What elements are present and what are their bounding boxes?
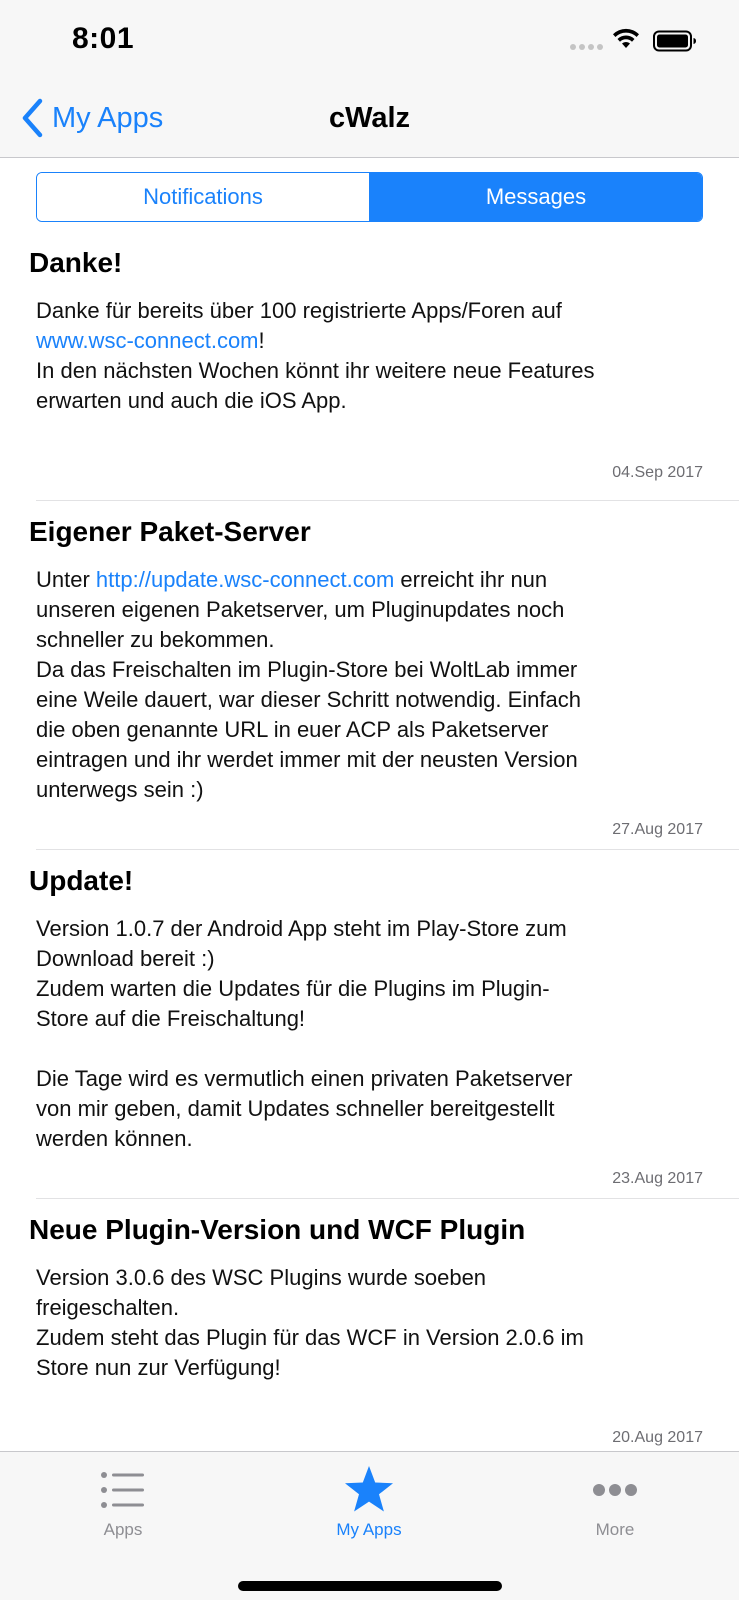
message-body: Unter http://update.wsc-connect.com erre… — [36, 549, 739, 805]
message-body: Danke für bereits über 100 registrierte … — [36, 280, 739, 446]
cellular-signal-icon — [570, 44, 603, 50]
message-text: Store nun zur Verfügung! — [36, 1355, 281, 1380]
message-title: Update! — [29, 865, 134, 896]
message-text: erwarten und auch die iOS App. — [36, 388, 347, 413]
segmented-control: Notifications Messages — [36, 172, 703, 222]
status-time: 8:01 — [72, 22, 135, 55]
wifi-icon — [613, 28, 639, 48]
message-list[interactable]: Danke! Danke für bereits über 100 registr… — [0, 232, 739, 1449]
segment-messages[interactable]: Messages — [370, 173, 702, 221]
message-text: ! — [258, 328, 265, 353]
message-text: Zudem warten die Updates für die Plugins… — [36, 976, 550, 1001]
navigation-bar: My Apps cWalz — [0, 82, 739, 158]
message-cell[interactable]: Danke! Danke für bereits über 100 registr… — [29, 232, 739, 501]
message-link[interactable]: http://update.wsc-connect.com — [96, 567, 394, 592]
message-cell[interactable]: Neue Plugin-Version und WCF Plugin Versio… — [29, 1199, 739, 1449]
message-link[interactable]: www.wsc-connect.com — [36, 328, 259, 353]
tab-my-apps[interactable]: My Apps — [246, 1452, 492, 1552]
tab-bar: Apps My Apps More — [0, 1451, 739, 1600]
message-text: In den nächsten Wochen könnt ihr weitere… — [36, 358, 595, 383]
message-text: Version 3.0.6 des WSC Plugins wurde soeb… — [36, 1265, 487, 1290]
message-text: unseren eigenen Paketserver, um Pluginup… — [36, 597, 565, 622]
tab-apps-label: Apps — [103, 1520, 143, 1539]
message-text: Da das Freischalten im Plugin-Store bei … — [36, 657, 578, 682]
tab-apps[interactable]: Apps — [0, 1452, 246, 1552]
status-bar: 8:01 — [0, 0, 739, 82]
message-text: die oben genannte URL in euer ACP als Pa… — [36, 717, 549, 742]
message-text: Unter — [36, 567, 96, 592]
message-body: Version 1.0.7 der Android App steht im P… — [36, 898, 739, 1154]
home-indicator — [238, 1581, 502, 1591]
message-text: freigeschalten. — [36, 1295, 180, 1320]
message-text: werden können. — [36, 1126, 193, 1151]
message-title: Danke! — [29, 247, 123, 278]
message-text: Zudem steht das Plugin für das WCF in Ve… — [36, 1325, 584, 1350]
message-text: Danke für bereits über 100 registrierte … — [36, 298, 562, 323]
message-text: Download bereit :) — [36, 946, 215, 971]
page-title: cWalz — [328, 102, 411, 134]
list-icon — [101, 1472, 144, 1508]
tab-more-label: More — [595, 1520, 635, 1539]
star-icon — [345, 1466, 393, 1512]
message-text: Version 1.0.7 der Android App steht im P… — [36, 916, 567, 941]
tab-my-apps-label: My Apps — [336, 1520, 402, 1539]
message-text: unterwegs sein :) — [36, 777, 204, 802]
message-cell[interactable]: Update! Version 1.0.7 der Android App ste… — [29, 850, 739, 1199]
message-text: Die Tage wird es vermutlich einen privat… — [36, 1066, 573, 1091]
message-date: 27.Aug 2017 — [612, 821, 703, 838]
message-text: schneller zu bekommen. — [36, 627, 275, 652]
segment-notifications[interactable]: Notifications — [37, 173, 370, 221]
message-body: Version 3.0.6 des WSC Plugins wurde soeb… — [36, 1247, 739, 1413]
message-date: 20.Aug 2017 — [612, 1429, 703, 1446]
message-cell[interactable]: Eigener Paket-Server Unter http://update.… — [29, 501, 739, 850]
message-text: eintragen und ihr werdet immer mit der n… — [36, 747, 578, 772]
message-date: 23.Aug 2017 — [612, 1170, 703, 1187]
message-text: Store auf die Freischaltung! — [36, 1006, 306, 1031]
message-text: erreicht ihr nun — [394, 567, 548, 592]
battery-icon — [653, 30, 696, 52]
message-title: Eigener Paket-Server — [29, 516, 311, 547]
tab-more[interactable]: More — [492, 1452, 738, 1552]
message-text: eine Weile dauert, war dieser Schritt no… — [36, 687, 581, 712]
message-title: Neue Plugin-Version und WCF Plugin — [29, 1214, 526, 1245]
message-text: von mir geben, damit Updates schneller b… — [36, 1096, 555, 1121]
message-date: 04.Sep 2017 — [612, 464, 703, 481]
more-icon — [593, 1484, 637, 1496]
